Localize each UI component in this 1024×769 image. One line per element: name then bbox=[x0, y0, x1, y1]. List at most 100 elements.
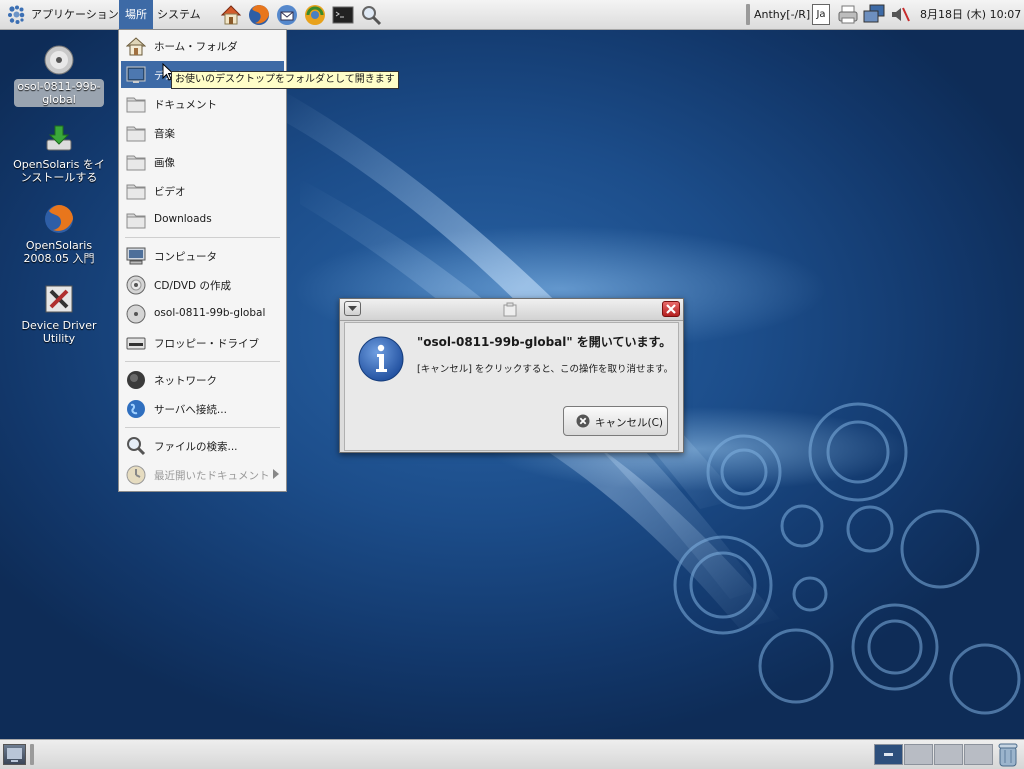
menu-item-connect-server[interactable]: サーバへ接続... bbox=[121, 395, 284, 422]
cancel-button[interactable]: キャンセル(C) bbox=[563, 406, 668, 436]
desktop-folder-icon bbox=[126, 65, 146, 85]
menu-item-label: osol-0811-99b-global bbox=[154, 307, 266, 319]
panel-drag-handle[interactable] bbox=[30, 744, 34, 765]
places-menu-label: 場所 bbox=[125, 8, 147, 21]
window-icon bbox=[503, 302, 517, 317]
computer-icon bbox=[126, 246, 146, 266]
desktop-icon-install[interactable]: OpenSolaris をイ ンストールする bbox=[7, 122, 111, 185]
device-driver-icon bbox=[43, 283, 75, 315]
folder-icon bbox=[126, 94, 146, 114]
menu-item-recent-documents[interactable]: 最近開いたドキュメント bbox=[121, 461, 284, 488]
menu-item-label: Downloads bbox=[154, 213, 212, 225]
network-icon bbox=[126, 370, 146, 390]
desktop-icon-label: Device Driver Utility bbox=[21, 319, 97, 345]
menu-separator bbox=[125, 361, 280, 362]
menu-item-label: 音楽 bbox=[154, 128, 175, 140]
search-icon bbox=[126, 436, 146, 456]
clock[interactable]: 8月18日 (木) 10:07 bbox=[920, 4, 1021, 25]
floppy-icon bbox=[126, 333, 146, 353]
firefox-icon bbox=[43, 203, 75, 235]
bottom-panel bbox=[0, 739, 1024, 769]
thunderbird-icon[interactable] bbox=[275, 3, 297, 25]
places-menu-button[interactable]: 場所 bbox=[119, 0, 153, 29]
home-folder-icon[interactable] bbox=[219, 3, 242, 25]
cd-burner-icon bbox=[126, 275, 146, 295]
menu-item-label: ドキュメント bbox=[154, 99, 217, 111]
folder-icon bbox=[126, 181, 146, 201]
menu-item-label: CD/DVD の作成 bbox=[154, 280, 231, 292]
menu-item-home[interactable]: ホーム・フォルダ bbox=[121, 32, 284, 59]
workspace-4[interactable] bbox=[964, 744, 993, 765]
dialog-body: "osol-0811-99b-global" を開いています。 [キャンセル] … bbox=[344, 322, 679, 451]
language-indicator[interactable]: Ja bbox=[812, 4, 830, 25]
workspace-3[interactable] bbox=[934, 744, 963, 765]
menu-item-label: 画像 bbox=[154, 157, 175, 169]
menu-separator bbox=[125, 237, 280, 238]
applications-menu-label: アプリケーション bbox=[31, 8, 119, 21]
cd-disc-icon bbox=[43, 44, 75, 76]
trash-icon[interactable] bbox=[996, 742, 1020, 768]
menu-item-downloads[interactable]: Downloads bbox=[121, 206, 284, 233]
desktop-icon-label: OpenSolaris をイ ンストールする bbox=[13, 158, 105, 184]
folder-icon bbox=[126, 152, 146, 172]
dialog-heading: "osol-0811-99b-global" を開いています。 bbox=[417, 335, 672, 349]
search-icon[interactable] bbox=[359, 3, 382, 26]
menu-item-label: 最近開いたドキュメント bbox=[154, 470, 270, 482]
menu-item-music[interactable]: 音楽 bbox=[121, 119, 284, 146]
menu-item-label: フロッピー・ドライブ bbox=[154, 338, 259, 350]
close-button[interactable] bbox=[662, 301, 680, 317]
menu-item-search-files[interactable]: ファイルの検索... bbox=[121, 432, 284, 459]
menu-item-documents[interactable]: ドキュメント bbox=[121, 90, 284, 117]
panel-drag-handle[interactable] bbox=[746, 4, 750, 25]
tooltip: お使いのデスクトップをフォルダとして開きます bbox=[171, 71, 399, 89]
system-menu-label: システム bbox=[157, 8, 201, 21]
dialog-message: [キャンセル] をクリックすると、この操作を取り消せます。 bbox=[417, 364, 674, 375]
window-menu-button[interactable] bbox=[344, 301, 361, 316]
firefox-icon[interactable] bbox=[247, 3, 269, 25]
submenu-arrow-icon bbox=[273, 469, 279, 479]
menu-item-label: ビデオ bbox=[154, 186, 186, 198]
applications-menu[interactable]: アプリケーション bbox=[4, 0, 125, 29]
system-menu-button[interactable]: システム bbox=[151, 0, 207, 29]
folder-icon bbox=[126, 123, 146, 143]
menu-item-label: ファイルの検索... bbox=[154, 441, 238, 453]
cancel-button-label: キャンセル(C) bbox=[595, 417, 664, 429]
menu-item-cd-burner[interactable]: CD/DVD の作成 bbox=[121, 271, 284, 298]
desktop-icon-device-driver[interactable]: Device Driver Utility bbox=[7, 283, 111, 346]
globe-icon bbox=[126, 399, 146, 419]
chevron-down-icon bbox=[348, 306, 357, 311]
menu-item-label: サーバへ接続... bbox=[154, 404, 227, 416]
show-desktop-button[interactable] bbox=[3, 744, 26, 765]
dialog-titlebar[interactable] bbox=[340, 299, 683, 321]
places-menu: ホーム・フォルダ デスクトップ ドキュメント 音楽 画像 ビデオ Downloa… bbox=[118, 29, 287, 492]
volume-muted-icon[interactable] bbox=[889, 4, 911, 25]
menu-item-network[interactable]: ネットワーク bbox=[121, 366, 284, 393]
desktop-icon-label: osol-0811-99b- global bbox=[14, 79, 104, 107]
menu-item-label: コンピュータ bbox=[154, 251, 217, 263]
cancel-icon bbox=[576, 414, 590, 428]
progress-dialog: "osol-0811-99b-global" を開いています。 [キャンセル] … bbox=[339, 298, 684, 453]
home-folder-icon bbox=[126, 36, 146, 56]
desktop-icon-cd[interactable]: osol-0811-99b- global bbox=[7, 44, 111, 107]
show-desktop-icon bbox=[7, 748, 22, 762]
menu-item-cd-volume[interactable]: osol-0811-99b-global bbox=[121, 300, 284, 327]
install-icon bbox=[43, 122, 75, 154]
printer-icon[interactable] bbox=[837, 4, 859, 25]
close-icon bbox=[666, 304, 676, 314]
desktop-icon-getting-started[interactable]: OpenSolaris 2008.05 入門 bbox=[7, 203, 111, 266]
info-icon bbox=[358, 336, 404, 382]
workspace-2[interactable] bbox=[904, 744, 933, 765]
menu-item-floppy[interactable]: フロッピー・ドライブ bbox=[121, 329, 284, 356]
cd-disc-icon bbox=[126, 304, 146, 324]
gnome-foot-icon bbox=[6, 4, 28, 26]
menu-item-label: ネットワーク bbox=[154, 375, 217, 387]
terminal-icon[interactable] bbox=[331, 3, 354, 25]
network-status-icon[interactable] bbox=[862, 4, 886, 25]
input-method-status[interactable]: Anthy[-/R] bbox=[754, 4, 810, 25]
menu-item-computer[interactable]: コンピュータ bbox=[121, 242, 284, 269]
menu-item-videos[interactable]: ビデオ bbox=[121, 177, 284, 204]
menu-item-pictures[interactable]: 画像 bbox=[121, 148, 284, 175]
workspace-1[interactable] bbox=[874, 744, 903, 765]
folder-icon bbox=[126, 210, 146, 230]
update-manager-icon[interactable] bbox=[303, 3, 325, 25]
